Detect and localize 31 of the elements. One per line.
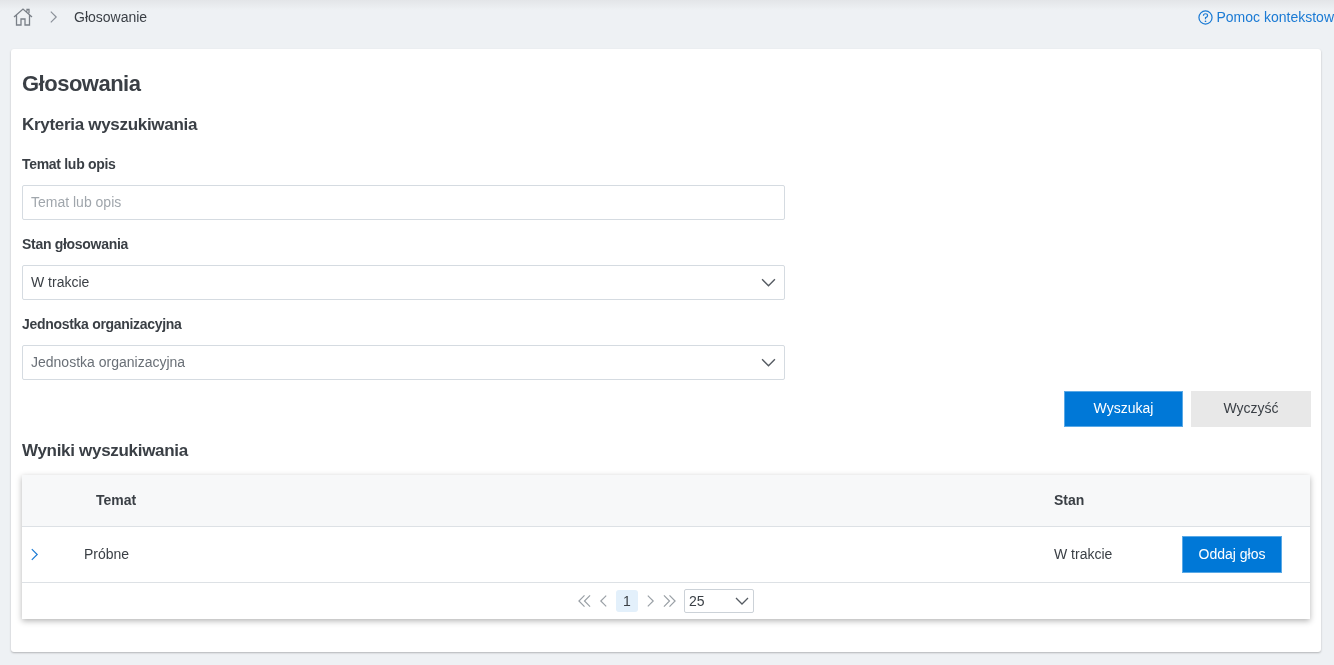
next-page-icon[interactable] xyxy=(646,594,655,609)
column-header: Temat xyxy=(95,491,138,511)
page-button[interactable]: 1 xyxy=(616,590,638,613)
breadcrumb-separator-icon xyxy=(49,10,58,24)
vote-button[interactable]: Oddaj głos xyxy=(1182,536,1282,574)
page-title: Głosowania xyxy=(22,71,142,98)
caret-icon xyxy=(761,357,776,367)
column-header: Stan xyxy=(1054,491,1086,511)
field-label: Stan głosowania xyxy=(22,234,130,254)
first-page-icon[interactable] xyxy=(578,594,591,609)
section-title: Wyniki wyszukiwania xyxy=(22,440,190,462)
dropdown-field[interactable]: W trakcie xyxy=(22,264,785,300)
text-field[interactable]: Temat lub opis xyxy=(22,184,785,220)
expand-icon[interactable] xyxy=(30,547,39,563)
home-icon[interactable] xyxy=(13,8,33,26)
help-link[interactable]: Pomoc kontekstow xyxy=(1197,6,1334,28)
section-title: Kryteria wyszukiwania xyxy=(22,115,199,136)
dropdown-field[interactable]: Jednostka organizacyjna xyxy=(22,344,785,380)
field-label: Jednostka organizacyjna xyxy=(22,314,183,334)
table-cell: Próbne xyxy=(84,546,130,563)
help-icon xyxy=(1197,9,1213,25)
clear-button[interactable]: Wyczyść xyxy=(1191,390,1311,427)
table-cell: W trakcie xyxy=(1054,546,1113,563)
caret-icon xyxy=(735,597,749,606)
field-label: Temat lub opis xyxy=(22,154,117,174)
previous-page-icon[interactable] xyxy=(599,594,608,609)
breadcrumb-item: Głosowanie xyxy=(74,7,148,27)
page-size-dropdown[interactable]: 25 xyxy=(684,589,754,614)
search-button[interactable]: Wyszukaj xyxy=(1064,390,1183,427)
caret-icon xyxy=(761,277,776,287)
last-page-icon[interactable] xyxy=(663,594,676,609)
